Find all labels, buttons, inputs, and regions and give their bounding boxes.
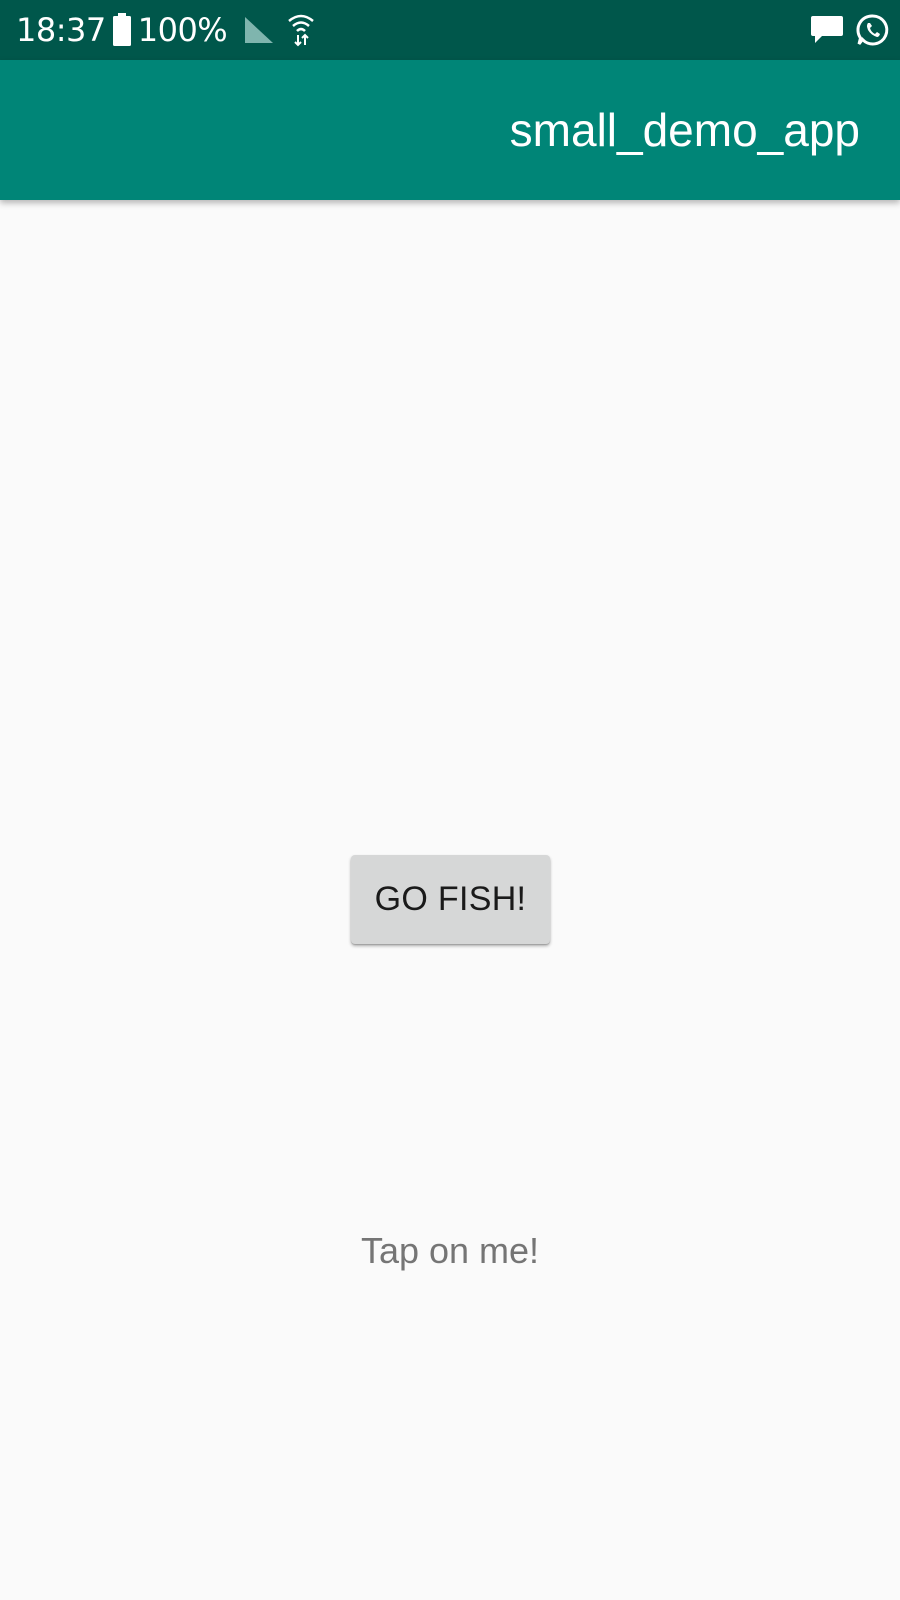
main-content: GO FISH! Tap on me! [0,200,900,1600]
battery-percent: 100% [137,11,228,49]
message-icon [810,14,844,46]
status-left: 18:37 100% [16,0,315,60]
battery-icon [112,13,132,47]
app-title: small_demo_app [509,104,860,156]
whatsapp-icon [856,13,890,47]
status-bar: 18:37 100% [0,0,900,60]
app-bar: small_demo_app [0,60,900,200]
status-right [810,0,890,60]
go-fish-button[interactable]: GO FISH! [351,855,550,944]
wifi-icon [287,13,315,47]
status-time: 18:37 [16,11,106,49]
tap-on-me-text[interactable]: Tap on me! [0,1230,900,1272]
signal-icon [243,15,275,45]
